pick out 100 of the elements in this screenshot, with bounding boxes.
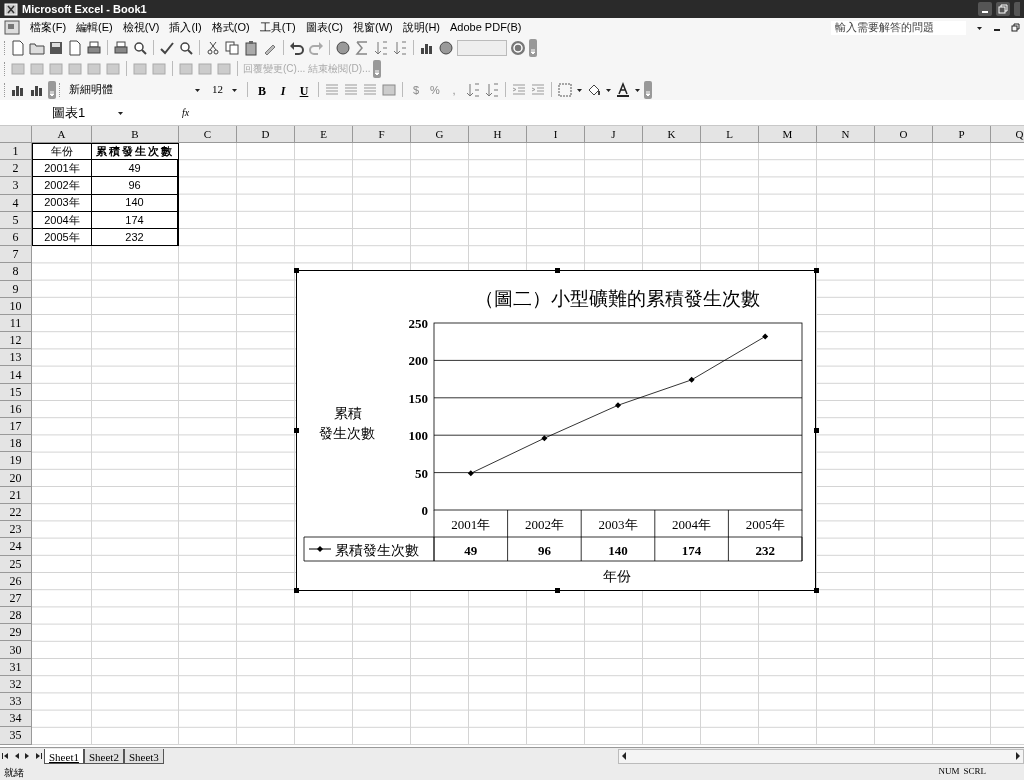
toolbar-options-icon[interactable]: [373, 59, 382, 78]
menu-item[interactable]: 編輯(E): [76, 19, 113, 36]
format-button[interactable]: U: [295, 81, 313, 98]
format-button[interactable]: B: [253, 81, 271, 98]
dropdown-arrow-icon[interactable]: [576, 86, 583, 93]
menu-item[interactable]: 插入(I): [169, 19, 202, 36]
column-header[interactable]: D: [237, 126, 295, 143]
scissors-icon[interactable]: [205, 39, 221, 56]
row-header[interactable]: 19: [0, 452, 32, 470]
resize-handle[interactable]: [294, 268, 299, 273]
column-header[interactable]: E: [295, 126, 353, 143]
row-header[interactable]: 13: [0, 349, 32, 367]
row-header[interactable]: 33: [0, 693, 32, 711]
merge-cells-icon[interactable]: [381, 81, 397, 98]
row-header[interactable]: 18: [0, 435, 32, 453]
select-all-button[interactable]: [0, 126, 32, 143]
row-header[interactable]: 35: [0, 727, 32, 745]
row-header[interactable]: 24: [0, 538, 32, 556]
resize-handle[interactable]: [294, 428, 299, 433]
document-icon[interactable]: [10, 39, 26, 56]
copy-icon[interactable]: [224, 39, 240, 56]
column-header[interactable]: M: [759, 126, 817, 143]
number-format-button[interactable]: ,: [446, 81, 462, 98]
column-header[interactable]: I: [527, 126, 585, 143]
column-header[interactable]: L: [701, 126, 759, 143]
font-color-icon[interactable]: [615, 81, 631, 98]
first-sheet-icon[interactable]: [0, 751, 11, 761]
help-icon[interactable]: [510, 39, 526, 56]
dropdown-arrow-icon[interactable]: [117, 109, 124, 116]
resize-handle[interactable]: [555, 588, 560, 593]
resize-handle[interactable]: [814, 268, 819, 273]
menu-item[interactable]: Adobe PDF(B): [450, 19, 522, 36]
menu-item[interactable]: 圖表(C): [305, 19, 343, 36]
column-header[interactable]: H: [469, 126, 527, 143]
row-header[interactable]: 8: [0, 263, 32, 281]
printer-icon[interactable]: [113, 39, 129, 56]
dropdown-arrow-icon[interactable]: [231, 86, 238, 93]
row-header[interactable]: 28: [0, 607, 32, 625]
last-sheet-icon[interactable]: [33, 751, 44, 761]
horizontal-scrollbar[interactable]: [618, 748, 1024, 764]
column-header[interactable]: Q: [991, 126, 1024, 143]
document-icon[interactable]: [4, 20, 20, 35]
column-header[interactable]: O: [875, 126, 933, 143]
magnifier-icon[interactable]: [178, 39, 194, 56]
name-box[interactable]: 圖表1: [4, 103, 130, 122]
sheet-tab[interactable]: Sheet2: [83, 748, 124, 764]
row-header[interactable]: 12: [0, 332, 32, 350]
column-header[interactable]: F: [353, 126, 411, 143]
row-header[interactable]: 14: [0, 366, 32, 384]
row-header[interactable]: 30: [0, 641, 32, 659]
resize-handle[interactable]: [555, 268, 560, 273]
menu-item[interactable]: 視窗(W): [353, 19, 393, 36]
menu-item[interactable]: 檔案(F): [30, 19, 67, 36]
row-header[interactable]: 29: [0, 624, 32, 642]
chart-area[interactable]: （圖二）小型礦難的累積發生次數 0 50 100 150 200 250 2001年 2002年 2003年 2004年 2005年 累積發生次數 49 96 140 174 232 年份 累積發生次數: [296, 270, 816, 591]
dropdown-arrow-icon[interactable]: [634, 86, 641, 93]
dropdown-arrow-icon[interactable]: [605, 86, 612, 93]
row-header[interactable]: 3: [0, 177, 32, 195]
font-size-dropdown[interactable]: 12: [208, 81, 242, 98]
restore-button[interactable]: [1011, 23, 1020, 32]
format-button[interactable]: I: [274, 81, 292, 98]
sigma-icon[interactable]: [354, 39, 370, 56]
menu-item[interactable]: 檢視(V): [122, 19, 160, 36]
font-dropdown[interactable]: 新細明體: [65, 81, 205, 98]
resize-handle[interactable]: [814, 428, 819, 433]
resize-handle[interactable]: [814, 588, 819, 593]
sort-icon[interactable]: [392, 39, 408, 56]
column-header[interactable]: K: [643, 126, 701, 143]
magnifier-icon[interactable]: [132, 39, 148, 56]
sort-icon[interactable]: [373, 39, 389, 56]
row-header[interactable]: 2: [0, 160, 32, 178]
column-header[interactable]: J: [585, 126, 643, 143]
minimize-button[interactable]: [978, 2, 992, 16]
row-header[interactable]: 1: [0, 143, 32, 161]
menu-item[interactable]: 說明(H): [402, 19, 440, 36]
resize-handle[interactable]: [294, 588, 299, 593]
menu-item[interactable]: 格式(O): [211, 19, 250, 36]
row-header[interactable]: 17: [0, 418, 32, 436]
column-header[interactable]: A: [32, 126, 92, 143]
row-header[interactable]: 23: [0, 521, 32, 539]
sheet-tab[interactable]: Sheet1: [44, 748, 84, 764]
column-header[interactable]: C: [179, 126, 237, 143]
column-header[interactable]: B: [92, 126, 179, 143]
toolbar-options-icon[interactable]: [529, 38, 537, 57]
clipboard-icon[interactable]: [243, 39, 259, 56]
column-header[interactable]: N: [817, 126, 875, 143]
column-header[interactable]: G: [411, 126, 469, 143]
menu-item[interactable]: 工具(T): [259, 19, 296, 36]
printer-icon[interactable]: [86, 39, 102, 56]
dropdown-arrow-icon[interactable]: [194, 86, 201, 93]
column-header[interactable]: P: [933, 126, 991, 143]
row-header[interactable]: 7: [0, 246, 32, 264]
restore-button[interactable]: [996, 2, 1010, 16]
row-header[interactable]: 34: [0, 710, 32, 728]
sheet-tab[interactable]: Sheet3: [123, 748, 164, 764]
number-format-button[interactable]: %: [427, 81, 443, 98]
function-button[interactable]: fx: [182, 105, 190, 120]
document-icon[interactable]: [67, 39, 83, 56]
dropdown-arrow-icon[interactable]: [976, 24, 983, 31]
help-search-field[interactable]: 輸入需要解答的問題: [831, 20, 966, 35]
